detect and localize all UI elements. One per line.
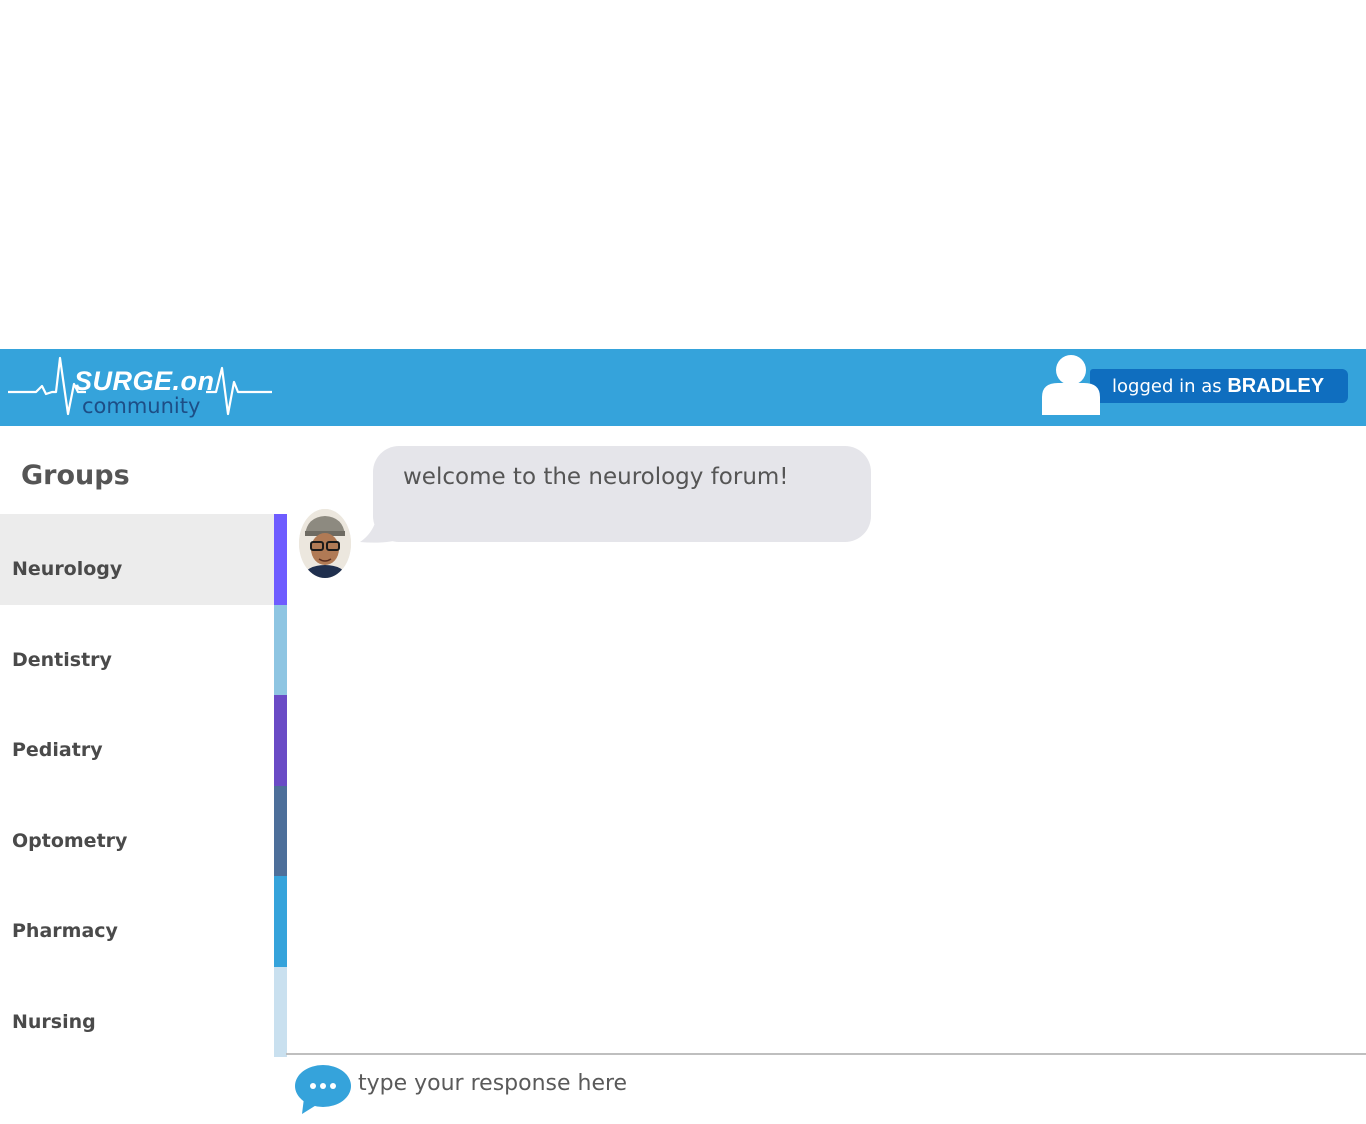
chat-bubble-icon[interactable]	[294, 1064, 352, 1116]
group-color-stripe	[274, 966, 287, 1057]
sidebar-item-label: Pediatry	[12, 739, 103, 762]
group-color-stripe	[274, 695, 287, 786]
username: BRADLEY	[1227, 375, 1325, 397]
forum-page: SURGE.on community logged in as BRADLEY …	[0, 0, 1366, 1124]
logo-title: SURGE.on	[74, 366, 215, 396]
sidebar-item-label: Dentistry	[12, 648, 112, 671]
login-prefix: logged in as	[1112, 376, 1228, 397]
groups-heading: Groups	[21, 460, 130, 491]
avatar[interactable]	[299, 509, 351, 578]
login-status-text: logged in as BRADLEY	[1112, 375, 1324, 398]
sidebar-item-label: Neurology	[12, 558, 123, 581]
message-bubble: welcome to the neurology forum!	[373, 446, 871, 542]
logo-subtitle: community	[82, 394, 201, 418]
groups-sidebar: Neurology Dentistry Pediatry Optometry P…	[0, 514, 287, 1057]
sidebar-item-pharmacy[interactable]: Pharmacy	[0, 876, 287, 967]
group-color-stripe	[274, 514, 287, 605]
surgeon-community-logo[interactable]: SURGE.on community	[8, 354, 276, 420]
input-divider	[286, 1053, 1366, 1055]
group-color-stripe	[274, 876, 287, 967]
sidebar-item-nursing[interactable]: Nursing	[0, 966, 287, 1057]
logged-in-user-badge[interactable]: logged in as BRADLEY	[1090, 369, 1348, 403]
sidebar-item-label: Pharmacy	[12, 920, 118, 943]
sidebar-item-label: Nursing	[12, 1010, 96, 1033]
user-photo-icon	[299, 509, 351, 578]
sidebar-item-pediatry[interactable]: Pediatry	[0, 695, 287, 786]
sidebar-item-optometry[interactable]: Optometry	[0, 785, 287, 876]
sidebar-item-dentistry[interactable]: Dentistry	[0, 604, 287, 695]
sidebar-item-label: Optometry	[12, 829, 128, 852]
top-bar: SURGE.on community logged in as BRADLEY	[0, 349, 1366, 426]
message-text: welcome to the neurology forum!	[403, 464, 789, 490]
user-profile-icon[interactable]	[1040, 353, 1102, 415]
group-color-stripe	[274, 785, 287, 876]
response-input[interactable]	[358, 1066, 1348, 1100]
sidebar-item-neurology[interactable]: Neurology	[0, 514, 287, 605]
group-color-stripe	[274, 604, 287, 695]
